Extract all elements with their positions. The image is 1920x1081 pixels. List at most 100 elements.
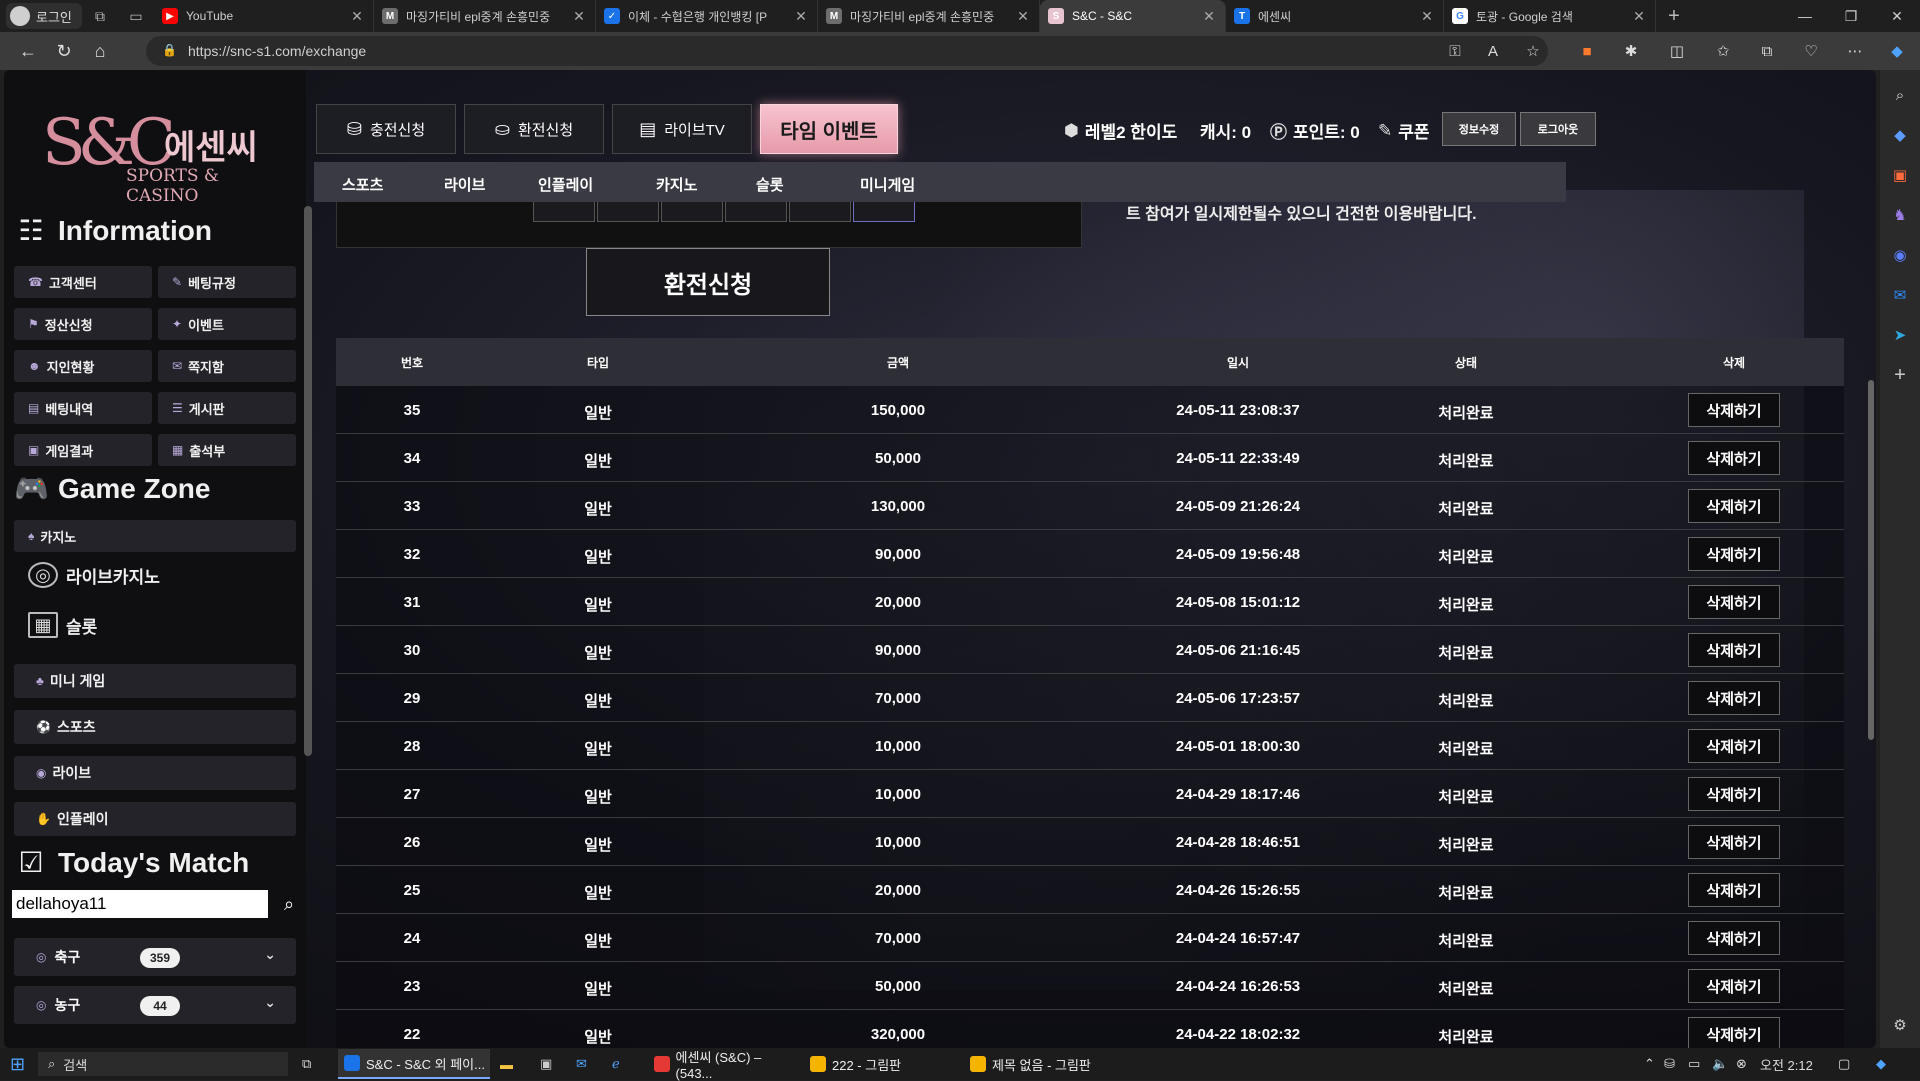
games-icon[interactable]: ♞ bbox=[1885, 200, 1915, 230]
notification-icon[interactable]: ▢ bbox=[1838, 1052, 1850, 1076]
sidebar-info-button[interactable]: ✎ 베팅규정 bbox=[158, 266, 296, 298]
tab-close-icon[interactable]: ✕ bbox=[1631, 8, 1647, 25]
sidebar-info-button[interactable]: ▦ 출석부 bbox=[158, 434, 296, 466]
sidebar-info-button[interactable]: ✉ 쪽지함 bbox=[158, 350, 296, 382]
vpn-icon[interactable]: ⊗ bbox=[1736, 1052, 1747, 1076]
office-icon[interactable]: ◉ bbox=[1885, 240, 1915, 270]
search-icon[interactable]: ⌕ bbox=[1885, 80, 1915, 110]
tab-actions-icon[interactable]: ▭ bbox=[118, 3, 154, 29]
telegram-icon[interactable]: ➤ bbox=[1885, 320, 1915, 350]
delete-button[interactable]: 삭제하기 bbox=[1688, 729, 1780, 763]
read-aloud-icon[interactable]: A bbox=[1478, 36, 1508, 66]
sport-category-row[interactable]: ◎ 축구 359 ⌄ bbox=[14, 938, 296, 976]
user-coupon[interactable]: ✎ 쿠폰 bbox=[1378, 118, 1430, 143]
refresh-icon[interactable]: ↻ bbox=[46, 36, 82, 66]
store-icon[interactable]: ▣ bbox=[540, 1052, 552, 1076]
tray-icon[interactable]: ⛁ bbox=[1664, 1052, 1675, 1076]
sidebar-settings-icon[interactable]: ⚙ bbox=[1885, 1010, 1915, 1040]
taskbar-app[interactable]: 제목 없음 - 그림판 bbox=[964, 1049, 1124, 1079]
browser-tab[interactable]: M 마징가티비 epl중계 손흥민중 ✕ bbox=[374, 0, 596, 32]
sidebar-game-button[interactable]: ⚽ 스포츠 bbox=[14, 710, 296, 744]
split-screen-icon[interactable]: ◫ bbox=[1662, 36, 1692, 66]
delete-button[interactable]: 삭제하기 bbox=[1688, 921, 1780, 955]
nav-item[interactable]: 라이브 bbox=[444, 174, 485, 195]
sidebar-game-button[interactable]: ◉ 라이브 bbox=[14, 756, 296, 790]
tools-icon[interactable]: ▣ bbox=[1885, 160, 1915, 190]
more-menu-icon[interactable]: ⋯ bbox=[1840, 36, 1870, 66]
time-event-button[interactable]: 타임 이벤트 bbox=[760, 104, 898, 154]
amount-chip[interactable] bbox=[789, 202, 851, 222]
site-logo[interactable]: S&C 에센씨 SPORTS & CASINO bbox=[42, 106, 272, 206]
logout-button[interactable]: 로그아웃 bbox=[1520, 112, 1596, 146]
network-icon[interactable]: ▭ bbox=[1688, 1052, 1700, 1076]
nav-item[interactable]: 카지노 bbox=[656, 174, 697, 195]
tab-close-icon[interactable]: ✕ bbox=[349, 8, 365, 25]
favorites-icon[interactable]: ✩ bbox=[1708, 36, 1738, 66]
sidebar-game-button[interactable]: ✋ 인플레이 bbox=[14, 802, 296, 836]
delete-button[interactable]: 삭제하기 bbox=[1688, 777, 1780, 811]
shopping-icon[interactable]: ◆ bbox=[1885, 120, 1915, 150]
nav-item[interactable]: 미니게임 bbox=[860, 174, 915, 195]
amount-chip[interactable] bbox=[597, 202, 659, 222]
sidebar-item-casino[interactable]: ♠ 카지노 bbox=[14, 520, 296, 552]
sidebar-item-live-casino[interactable]: ◎ 라이브카지노 bbox=[28, 562, 160, 588]
amount-chip[interactable] bbox=[661, 202, 723, 222]
delete-button[interactable]: 삭제하기 bbox=[1688, 969, 1780, 1003]
chevron-down-icon[interactable]: ⌄ bbox=[264, 946, 276, 963]
browser-tab[interactable]: G 토광 - Google 검색 ✕ bbox=[1444, 0, 1656, 32]
nav-item[interactable]: 스포츠 bbox=[342, 174, 383, 195]
tab-close-icon[interactable]: ✕ bbox=[1201, 8, 1217, 25]
delete-button[interactable]: 삭제하기 bbox=[1688, 633, 1780, 667]
search-icon[interactable]: ⌕ bbox=[278, 892, 300, 916]
key-icon[interactable]: ⚿ bbox=[1440, 36, 1470, 66]
sidebar-info-button[interactable]: ☰ 게시판 bbox=[158, 392, 296, 424]
start-icon[interactable]: ⊞ bbox=[10, 1052, 25, 1076]
delete-button[interactable]: 삭제하기 bbox=[1688, 441, 1780, 475]
browser-tab[interactable]: S S&C - S&C ✕ bbox=[1040, 0, 1226, 32]
amount-chip[interactable] bbox=[725, 202, 787, 222]
browser-tab[interactable]: ✓ 이체 - 수협은행 개인뱅킹 [P ✕ bbox=[596, 0, 818, 32]
sidebar-game-button[interactable]: ♣ 미니 게임 bbox=[14, 664, 296, 698]
exchange-top-button[interactable]: ⛀ 환전신청 bbox=[464, 104, 604, 154]
extensions-puzzle-icon[interactable]: ✱ bbox=[1616, 36, 1646, 66]
ie-icon[interactable]: ℯ bbox=[612, 1052, 620, 1076]
sport-category-row[interactable]: ◎ 농구 44 ⌄ bbox=[14, 986, 296, 1024]
taskbar-search[interactable]: ⌕ 검색 bbox=[38, 1052, 288, 1076]
taskbar-app[interactable]: 222 - 그림판 bbox=[804, 1049, 954, 1079]
chevron-down-icon[interactable]: ⌄ bbox=[264, 994, 276, 1011]
sidebar-scrollbar[interactable] bbox=[304, 206, 312, 756]
sidebar-info-button[interactable]: ☎ 고객센터 bbox=[14, 266, 152, 298]
delete-button[interactable]: 삭제하기 bbox=[1688, 537, 1780, 571]
browser-tab[interactable]: T 에센씨 ✕ bbox=[1226, 0, 1444, 32]
copilot-icon[interactable]: ◆ bbox=[1882, 36, 1912, 66]
minimize-icon[interactable]: — bbox=[1782, 0, 1828, 32]
sidebar-info-button[interactable]: ▣ 게임결과 bbox=[14, 434, 152, 466]
tab-close-icon[interactable]: ✕ bbox=[793, 8, 809, 25]
browser-tab[interactable]: ▶ YouTube ✕ bbox=[154, 0, 374, 32]
sidebar-info-button[interactable]: ☻ 지인현황 bbox=[14, 350, 152, 382]
taskbar-app[interactable]: 에센씨 (S&C) – (543... bbox=[648, 1049, 798, 1081]
favorite-star-icon[interactable]: ☆ bbox=[1518, 36, 1548, 66]
profile-button[interactable]: 로그인 bbox=[6, 3, 82, 29]
delete-button[interactable]: 삭제하기 bbox=[1688, 681, 1780, 715]
delete-button[interactable]: 삭제하기 bbox=[1688, 585, 1780, 619]
delete-button[interactable]: 삭제하기 bbox=[1688, 489, 1780, 523]
home-icon[interactable]: ⌂ bbox=[82, 36, 118, 66]
new-tab-button[interactable]: + bbox=[1656, 3, 1692, 29]
add-sidebar-icon[interactable]: + bbox=[1885, 360, 1915, 390]
delete-button[interactable]: 삭제하기 bbox=[1688, 873, 1780, 907]
restore-icon[interactable]: ❐ bbox=[1828, 0, 1874, 32]
extension-icon[interactable]: ■ bbox=[1572, 36, 1602, 66]
delete-button[interactable]: 삭제하기 bbox=[1688, 825, 1780, 859]
match-search-input[interactable] bbox=[12, 890, 268, 918]
sidebar-info-button[interactable]: ▤ 베팅내역 bbox=[14, 392, 152, 424]
clock-text[interactable]: 오전 2:12 bbox=[1760, 1052, 1813, 1076]
collections-icon[interactable]: ⧉ bbox=[1752, 36, 1782, 66]
performance-icon[interactable]: ♡ bbox=[1796, 36, 1826, 66]
nav-item[interactable]: 인플레이 bbox=[538, 174, 593, 195]
amount-chip[interactable] bbox=[853, 202, 915, 222]
workspaces-icon[interactable]: ⧉ bbox=[82, 3, 118, 29]
taskbar-app[interactable]: S&C - S&C 외 페이... bbox=[338, 1049, 490, 1079]
exchange-submit-button[interactable]: 환전신청 bbox=[586, 248, 830, 316]
sidebar-item-slot[interactable]: ▦ 슬롯 bbox=[28, 612, 97, 638]
